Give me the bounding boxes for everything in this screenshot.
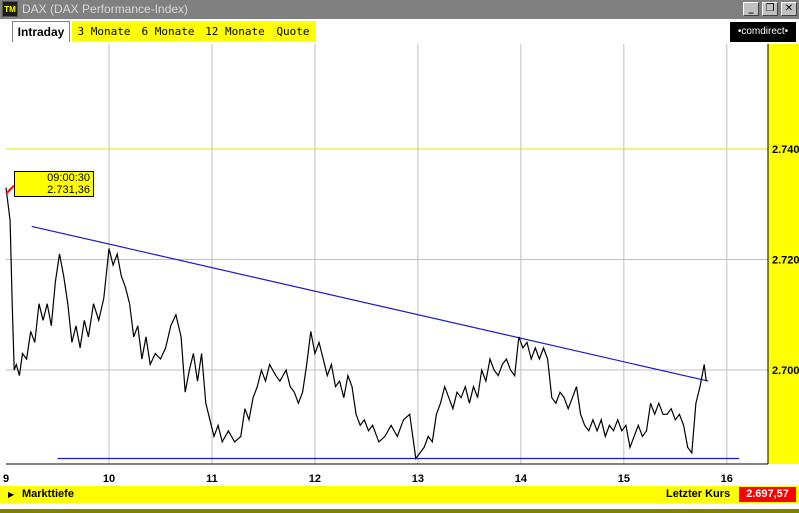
y-tick-label: 2.720 bbox=[772, 255, 799, 267]
last-price-label: Letzter Kurs bbox=[666, 488, 731, 500]
crosshair-tooltip: 09:00:30 2.731,36 bbox=[14, 171, 94, 197]
x-tick-label: 12 bbox=[309, 473, 321, 485]
x-tick-label: 14 bbox=[515, 473, 528, 485]
close-button[interactable]: ✕ bbox=[781, 2, 797, 16]
tooltip-time: 09:00:30 bbox=[47, 172, 90, 184]
y-tick-label: 2.740 bbox=[772, 144, 799, 156]
tab-quote[interactable]: Quote bbox=[270, 21, 316, 42]
play-icon[interactable]: ▶ bbox=[8, 486, 14, 503]
x-tick-label: 9 bbox=[3, 473, 9, 485]
x-tick-label: 13 bbox=[412, 473, 424, 485]
minimize-button[interactable]: _ bbox=[743, 2, 759, 16]
markttiefe-link[interactable]: Markttiefe bbox=[22, 486, 74, 503]
bottom-border bbox=[0, 509, 799, 513]
last-price-value: 2.697,57 bbox=[739, 487, 796, 502]
tab-12-monate[interactable]: 12 Monate bbox=[200, 21, 270, 42]
tab-intraday[interactable]: Intraday bbox=[12, 21, 70, 42]
tooltip-value: 2.731,36 bbox=[47, 184, 90, 196]
plot-background bbox=[0, 44, 768, 464]
price-chart: 9 10 11 12 13 14 15 16 2.740 2.720 2.700 bbox=[0, 44, 799, 486]
tab-6-monate[interactable]: 6 Monate bbox=[136, 21, 200, 42]
y-tick-label: 2.700 bbox=[772, 365, 799, 377]
tab-3-monate[interactable]: 3 Monate bbox=[72, 21, 136, 42]
x-tick-label: 15 bbox=[618, 473, 630, 485]
tab-bar: Intraday 3 Monate 6 Monate 12 Monate Quo… bbox=[0, 19, 799, 44]
x-tick-label: 16 bbox=[721, 473, 733, 485]
app-icon: TM bbox=[2, 1, 18, 17]
comdirect-logo: •comdirect• bbox=[730, 22, 796, 42]
x-tick-label: 10 bbox=[103, 473, 115, 485]
restore-button[interactable]: ❐ bbox=[762, 2, 778, 16]
chart-area: 9 10 11 12 13 14 15 16 2.740 2.720 2.700 09:00:30 … bbox=[0, 44, 799, 486]
x-tick-label: 11 bbox=[206, 473, 218, 485]
title-bar: TM DAX (DAX Performance-Index) _ ❐ ✕ bbox=[0, 0, 799, 19]
x-axis-panel bbox=[0, 464, 768, 486]
window-title: DAX (DAX Performance-Index) bbox=[22, 2, 189, 16]
status-bar: ▶ Markttiefe Letzter Kurs 2.697,57 bbox=[0, 486, 799, 503]
